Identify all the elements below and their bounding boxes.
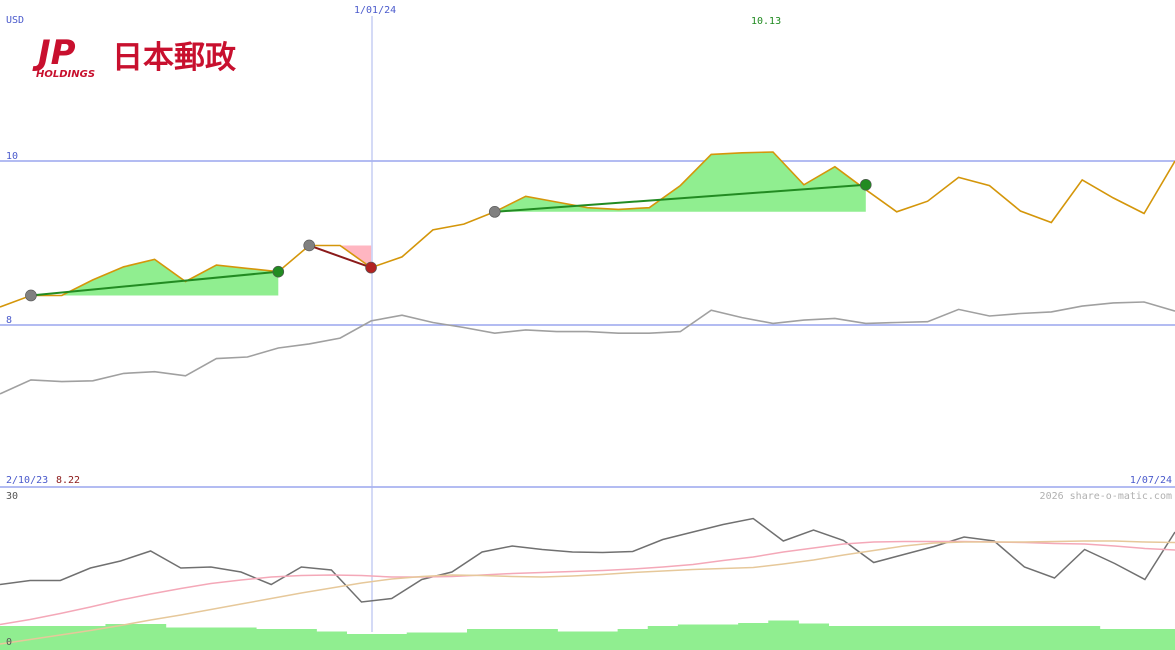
volume-bar [888,626,920,650]
marker-point-4 [488,206,501,218]
trend-fill-0 [30,259,279,296]
volume-bar [738,623,769,650]
volume-bar [949,626,980,650]
volume-bar [708,624,739,650]
volume-bar [165,627,197,650]
volume-bar [557,631,588,650]
volume-bar [135,624,167,650]
volume-bar [918,626,950,650]
date-marker-label: 1/01/24 [354,5,396,16]
volume-bar [195,627,227,650]
volume-bar [828,626,860,650]
volume-bar [436,632,468,650]
volume-bar [1069,626,1101,650]
volume-bar [587,631,619,650]
volume-bar [376,634,408,650]
end-date-label: 1/07/24 [1130,475,1172,486]
jp-holdings-logo: JP HOLDINGS 日本郵政 [32,33,236,80]
volume-bar [1159,629,1175,650]
marker-point-2 [303,239,316,252]
volume-bar [286,629,317,650]
volume-bar [798,623,830,650]
stock-chart: USD 1/01/24 10.13 10 8 2/10/23 8.22 1/07… [0,5,1175,650]
volume-bar [979,626,1010,650]
volume-bar [256,629,287,650]
marker-point-0 [25,289,37,302]
volume-bar [677,624,709,650]
start-date-label: 2/10/23 [6,475,48,486]
benchmark-line [0,301,1175,395]
volume-bar [1099,629,1131,650]
logo-subtitle: HOLDINGS [36,69,95,80]
volume-bar [225,627,257,650]
logo-name: 日本郵政 [112,40,236,76]
volume-bar [497,629,528,650]
lower-ytick-0: 0 [6,637,12,648]
marker-point-3 [365,261,377,274]
volume-bar [406,632,438,650]
ytick-10: 10 [6,151,18,162]
start-value-label: 8.22 [56,475,80,486]
volume-bar [75,626,106,650]
logo-mark: JP [32,33,76,73]
volume-bar [527,629,558,650]
volume-bar [1039,626,1071,650]
lower-ytick-30: 30 [6,491,18,502]
volume-bar [1009,626,1040,650]
volume-bar [466,629,498,650]
volume-bar [647,626,679,650]
volume-bar [316,631,347,650]
marker-point-5 [859,178,872,191]
watermark: 2026 share-o-matic.com [1040,491,1172,502]
volume-bar [346,634,378,650]
indicator-line-1 [0,540,1175,626]
ytick-8: 8 [6,315,12,326]
volume-bar [1129,629,1161,650]
marker-point-1 [272,265,285,278]
volume-bar [45,626,76,650]
volume-bar [858,626,890,650]
currency-label: USD [6,15,24,26]
volume-bar [617,629,649,650]
volume-bar [768,620,799,650]
current-value-label: 10.13 [751,16,781,27]
